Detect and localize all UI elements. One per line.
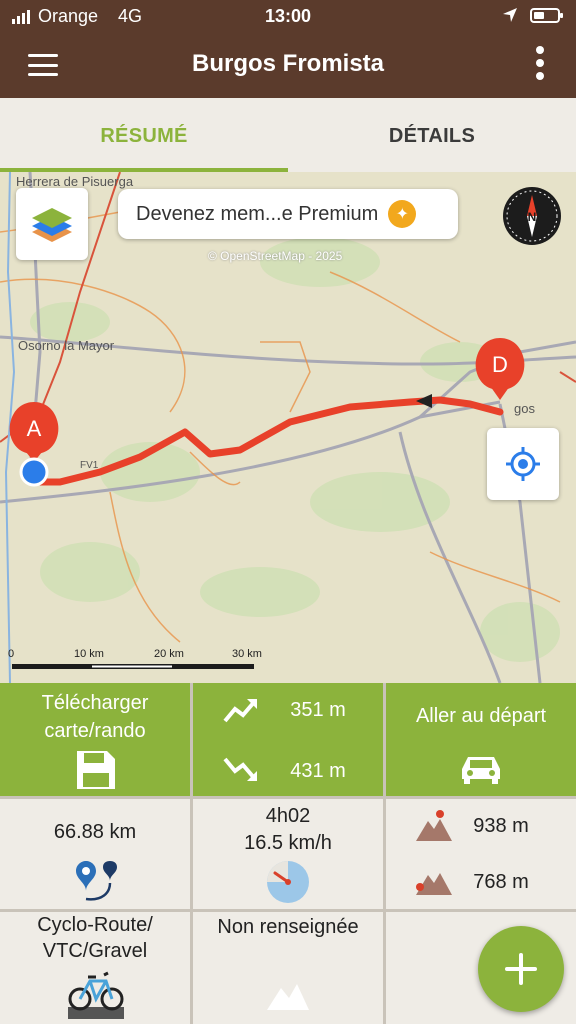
waypoints-icon — [76, 861, 117, 901]
speedometer-icon — [267, 861, 309, 903]
car-icon — [462, 757, 500, 784]
go-to-start-label: Aller au départ — [415, 705, 547, 727]
map-view[interactable]: A D Herrera de Pisuerga Osorno la Mayor … — [0, 172, 576, 683]
map-attribution: © OpenStreetMap - 2025 — [208, 249, 343, 263]
distance-value: 66.88 km — [53, 821, 137, 843]
difficulty-value: Non renseignée — [217, 916, 359, 938]
distance-cell: 66.88 km — [0, 799, 190, 909]
premium-star-icon: ✦ — [388, 200, 417, 228]
page-title: Burgos Fromista — [191, 50, 385, 77]
go-to-start-button[interactable]: Aller au départ — [386, 683, 576, 796]
layers-icon — [32, 208, 72, 242]
scale-label-10: 10 km — [74, 648, 104, 660]
duration-value: 4h02 — [265, 805, 311, 827]
map-label-herrera: Herrera de Pisuerga — [16, 174, 134, 189]
location-arrow-icon — [503, 8, 517, 22]
svg-text:N: N — [528, 210, 537, 224]
more-options-icon[interactable] — [534, 46, 546, 84]
bicycle-icon — [68, 971, 124, 1019]
altitude-max-value: 938 m — [473, 815, 529, 837]
altitude-min-value: 768 m — [473, 871, 529, 893]
mountain-icon — [267, 984, 309, 1010]
current-location-dot — [19, 457, 49, 487]
download-map-button[interactable]: Télécharger carte/rando — [0, 683, 190, 796]
layers-button[interactable] — [16, 188, 88, 260]
add-button[interactable] — [478, 926, 564, 1012]
scale-bar — [12, 664, 254, 669]
svg-text:D: D — [492, 352, 508, 377]
scale-label-20: 20 km — [154, 648, 184, 660]
compass-button[interactable]: N — [503, 187, 561, 245]
clock: 13:00 — [264, 6, 312, 26]
map-scale: 0 10 km 20 km 30 km — [6, 648, 286, 682]
tab-details[interactable]: DÉTAILS — [288, 98, 576, 172]
floppy-disk-icon — [77, 751, 115, 789]
activity-value: Cyclo-Route/ VTC/Gravel — [37, 914, 153, 962]
elevation-gain-value: 351 m — [290, 699, 346, 721]
tab-resume[interactable]: RÉSUMÉ — [0, 98, 288, 172]
elevation-cell: 351 m 431 m — [193, 683, 383, 796]
locate-me-button[interactable] — [487, 428, 559, 500]
speed-value: 16.5 km/h — [244, 832, 332, 854]
premium-text: Devenez mem...e Premium — [136, 202, 379, 225]
scale-label-0: 0 — [8, 648, 15, 660]
map-label-road: FV1 — [80, 460, 99, 471]
map-label-gos: gos — [514, 401, 535, 416]
difficulty-cell: Non renseignée — [193, 912, 383, 1024]
elevation-loss-value: 431 m — [290, 760, 346, 782]
crosshair-icon — [506, 447, 540, 481]
download-label: Télécharger carte/rando — [41, 692, 149, 742]
svg-text:A: A — [27, 416, 42, 441]
map-label-osorno: Osorno la Mayor — [18, 338, 115, 353]
tab-bar: RÉSUMÉ DÉTAILS — [0, 98, 576, 172]
premium-banner[interactable]: Devenez mem...e Premium ✦ — [118, 189, 458, 239]
app-header: Burgos Fromista — [0, 32, 576, 98]
status-bar: Orange 4G 13:00 — [0, 0, 576, 32]
compass-icon: N — [506, 190, 558, 242]
scale-label-30: 30 km — [232, 648, 262, 660]
battery-icon — [530, 7, 563, 23]
activity-cell: Cyclo-Route/ VTC/Gravel — [0, 912, 190, 1024]
altitude-cell: 938 m 768 m — [386, 799, 576, 909]
time-speed-cell: 4h02 16.5 km/h — [193, 799, 383, 909]
